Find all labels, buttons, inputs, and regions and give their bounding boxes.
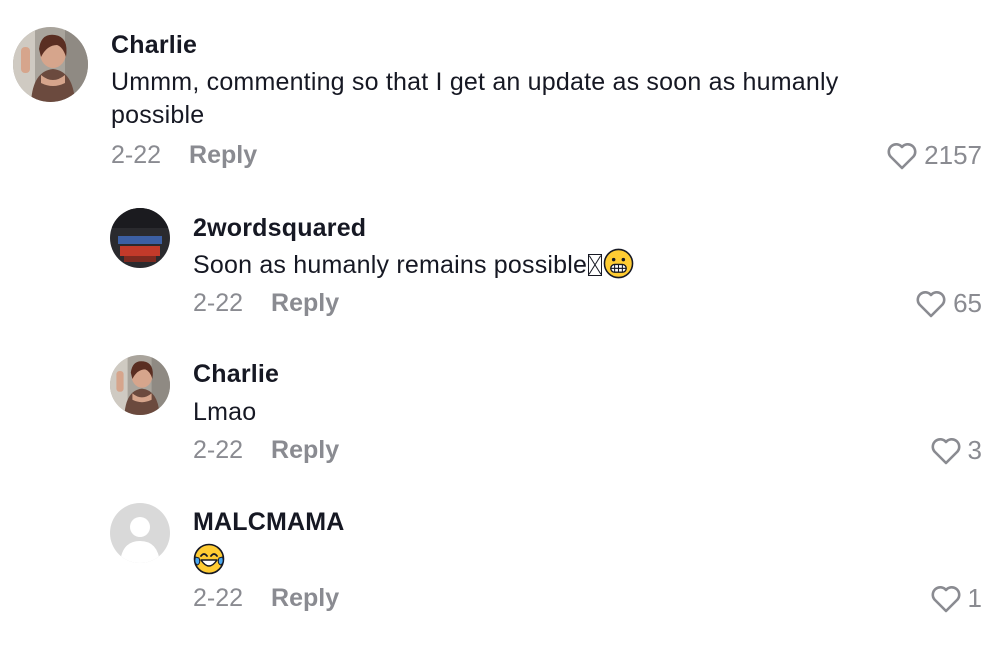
- comment-text-row: Soon as humanly remains possible: [193, 248, 634, 288]
- like-button[interactable]: 1: [930, 583, 982, 614]
- like-count: 1: [967, 583, 982, 613]
- comment-text: Ummm, commenting so that I get an update…: [111, 68, 839, 129]
- reply-button[interactable]: Reply: [271, 584, 339, 612]
- like-count: 2157: [924, 140, 982, 170]
- comment-text-row: [193, 543, 225, 584]
- reply-item: MALCMAMA 2-22 Reply 1: [0, 488, 1002, 645]
- heart-icon: [915, 289, 953, 319]
- reply-button[interactable]: Reply: [189, 141, 257, 169]
- like-count: 65: [953, 288, 982, 318]
- tears-of-joy-emoji-icon: [193, 543, 225, 584]
- avatar[interactable]: [110, 355, 170, 415]
- heart-icon: [886, 141, 924, 171]
- avatar[interactable]: [13, 27, 88, 102]
- comment-author[interactable]: Charlie: [193, 360, 279, 389]
- comment-date: 2-22: [193, 436, 244, 464]
- comment-meta: 2-22 Reply: [111, 141, 257, 170]
- reply-item: 2wordsquared Soon as humanly remains pos…: [0, 190, 1002, 340]
- default-avatar-icon[interactable]: [110, 503, 170, 563]
- heart-icon: [930, 584, 968, 614]
- comment-date: 2-22: [193, 289, 244, 317]
- comment-meta: 2-22 Reply: [193, 436, 339, 465]
- comment-author[interactable]: Charlie: [111, 31, 197, 60]
- grimacing-face-emoji-icon: [603, 248, 634, 288]
- comment-meta: 2-22 Reply: [193, 289, 339, 318]
- avatar[interactable]: [110, 208, 170, 268]
- like-button[interactable]: 65: [915, 288, 982, 319]
- comment-text: Soon as humanly remains possible: [193, 251, 588, 279]
- like-count: 3: [967, 435, 982, 465]
- comment-meta: 2-22 Reply: [193, 584, 339, 613]
- like-button[interactable]: 3: [930, 435, 982, 466]
- reply-button[interactable]: Reply: [271, 289, 339, 317]
- missing-glyph-box-icon: [588, 254, 603, 276]
- comment-date: 2-22: [111, 141, 162, 169]
- like-button[interactable]: 2157: [886, 140, 982, 171]
- comment-date: 2-22: [193, 584, 244, 612]
- reply-item: Charlie Lmao 2-22 Reply 3: [0, 340, 1002, 488]
- comment-author[interactable]: MALCMAMA: [193, 508, 345, 537]
- reply-button[interactable]: Reply: [271, 436, 339, 464]
- comment-author[interactable]: 2wordsquared: [193, 214, 366, 243]
- comment-text: Lmao: [193, 398, 257, 426]
- heart-icon: [930, 436, 968, 466]
- comment-item: Charlie Ummm, commenting so that I get a…: [0, 0, 1002, 190]
